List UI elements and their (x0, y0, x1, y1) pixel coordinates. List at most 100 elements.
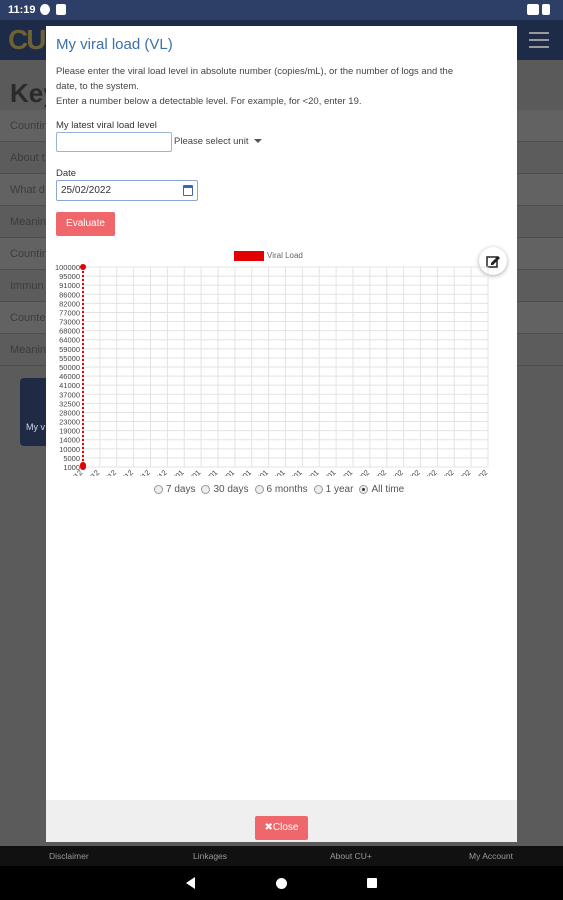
radio-icon (201, 484, 211, 494)
x-tick-label: 29/12 (149, 468, 169, 476)
y-tick-label: 73000 (59, 318, 80, 327)
y-tick-label: 68000 (59, 327, 80, 336)
status-time: 11:19 (8, 4, 36, 16)
unit-select[interactable]: Please select unit (174, 136, 263, 147)
x-tick-label: 16/01 (250, 468, 270, 476)
y-tick-label: 23000 (59, 418, 80, 427)
x-tick-label: 19/01 (267, 468, 287, 476)
description-line: Enter a number below a detectable level.… (56, 96, 362, 107)
y-tick-label: 37000 (59, 390, 80, 399)
range-option-label: 1 year (325, 484, 354, 495)
range-option-label: 7 days (166, 484, 196, 495)
range-option[interactable]: All time (359, 484, 404, 495)
x-tick-label: 03/02 (352, 468, 372, 476)
y-tick-label: 50000 (59, 363, 80, 372)
card-label: My v (26, 422, 45, 432)
date-label: Date (56, 168, 77, 179)
description-line: date, to the system. (56, 81, 139, 92)
menu-icon[interactable] (529, 32, 549, 48)
y-tick-label: 5000 (63, 454, 80, 463)
x-tick-label: 15/02 (419, 468, 439, 476)
radio-selected-icon (359, 484, 369, 494)
x-tick-label: 04/01 (183, 468, 203, 476)
bottom-nav: Disclaimer Linkages About CU+ My Account (0, 846, 563, 866)
x-tick-label: 18/02 (436, 468, 456, 476)
nav-disclaimer[interactable]: Disclaimer (49, 851, 89, 861)
nav-my-account[interactable]: My Account (469, 851, 513, 861)
viral-load-label: My latest viral load level (56, 120, 157, 131)
y-tick-label: 77000 (59, 308, 80, 317)
y-tick-label: 10000 (59, 445, 80, 454)
x-tick-label: 07/01 (200, 468, 220, 476)
recent-apps-icon[interactable] (367, 878, 377, 888)
date-value: 25/02/2022 (61, 185, 112, 196)
y-tick-label: 55000 (59, 354, 80, 363)
radio-icon (154, 484, 163, 494)
battery-icon (542, 4, 550, 15)
nav-linkages[interactable]: Linkages (193, 851, 227, 861)
x-tick-label: 26/12 (132, 468, 152, 476)
y-tick-label: 82000 (59, 299, 80, 308)
range-option-label: 6 months (266, 484, 308, 495)
modal-title: My viral load (VL) (56, 36, 173, 53)
close-button[interactable]: ✖Close (255, 816, 308, 840)
description-line: Please enter the viral load level in abs… (56, 66, 454, 77)
x-tick-label: 10/01 (217, 468, 237, 476)
range-option-label: 30 days (213, 484, 249, 495)
x-tick-label: 06/02 (369, 468, 389, 476)
time-range-options: 7 days 30 days 6 months 1 year All time (154, 484, 410, 495)
y-tick-label: 64000 (59, 336, 80, 345)
x-tick-label: 28/01 (318, 468, 338, 476)
unit-select-value: Please select unit (174, 136, 249, 147)
nav-about[interactable]: About CU+ (330, 851, 372, 861)
radio-icon (254, 484, 264, 494)
sd-card-icon (56, 4, 66, 15)
data-point[interactable] (80, 264, 86, 270)
status-bar: 11:19 (0, 0, 563, 20)
x-tick-label: 13/01 (234, 468, 254, 476)
range-option[interactable]: 1 year (313, 484, 354, 495)
calendar-icon[interactable] (183, 185, 193, 196)
evaluate-button[interactable]: Evaluate (56, 212, 115, 236)
y-tick-label: 91000 (59, 281, 80, 290)
x-tick-label: 09/02 (385, 468, 405, 476)
y-tick-label: 95000 (59, 272, 80, 281)
range-option-label: All time (371, 484, 405, 495)
y-tick-label: 46000 (59, 372, 80, 381)
x-tick-label: 24/02 (470, 468, 490, 476)
range-option[interactable]: 6 months (254, 484, 308, 495)
y-tick-label: 32500 (59, 399, 80, 408)
wifi-icon (527, 4, 539, 15)
x-tick-label: 21/02 (453, 468, 473, 476)
chart-grid (82, 266, 489, 468)
x-axis-ticks: 14/1217/1220/1223/1226/1229/1201/0104/01… (65, 468, 490, 476)
x-tick-label: 12/02 (402, 468, 422, 476)
x-tick-label: 23/12 (115, 468, 135, 476)
x-tick-label: 31/01 (335, 468, 355, 476)
y-tick-label: 28000 (59, 408, 80, 417)
chevron-down-icon (254, 139, 263, 144)
viral-load-chart: 1000009500091000860008200077000730006800… (55, 263, 490, 476)
home-icon[interactable] (276, 878, 287, 889)
x-tick-label: 22/01 (284, 468, 304, 476)
range-option[interactable]: 30 days (201, 484, 249, 495)
system-navigation-bar (0, 866, 563, 900)
y-tick-label: 100000 (55, 263, 80, 272)
x-tick-label: 20/12 (99, 468, 119, 476)
viral-load-input[interactable] (56, 132, 172, 152)
modal-description: Please enter the viral load level in abs… (56, 64, 506, 109)
range-option[interactable]: 7 days (154, 484, 195, 495)
data-point[interactable] (80, 464, 86, 470)
x-tick-label: 01/01 (166, 468, 186, 476)
date-field[interactable]: 25/02/2022 (56, 180, 198, 201)
viral-load-modal: My viral load (VL) Please enter the vira… (46, 26, 517, 842)
y-tick-label: 86000 (59, 290, 80, 299)
x-tick-label: 25/01 (301, 468, 321, 476)
app-logo: CU (8, 24, 46, 55)
back-icon[interactable] (186, 877, 195, 889)
y-tick-label: 19000 (59, 427, 80, 436)
y-axis-ticks: 1000009500091000860008200077000730006800… (55, 263, 80, 472)
radio-icon (313, 484, 323, 494)
notification-icon (40, 4, 50, 15)
y-tick-label: 59000 (59, 345, 80, 354)
